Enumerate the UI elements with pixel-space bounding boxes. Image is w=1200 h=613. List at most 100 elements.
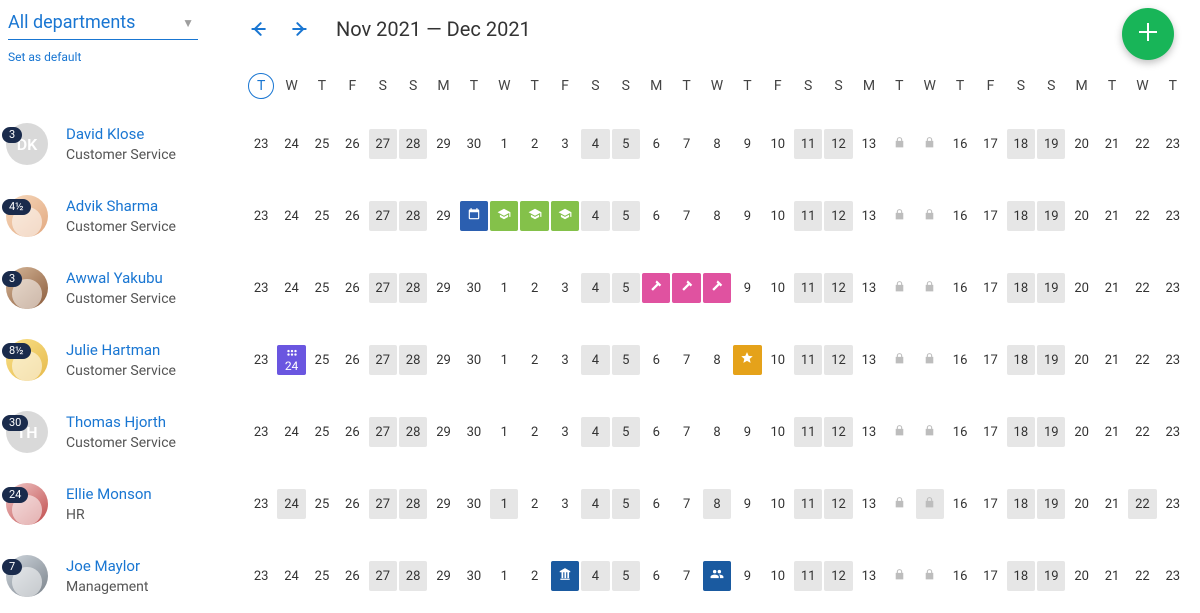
- day-cell[interactable]: 6: [642, 561, 670, 591]
- day-cell[interactable]: 8: [703, 345, 731, 375]
- day-cell[interactable]: 9: [733, 129, 761, 159]
- day-cell[interactable]: 12: [824, 561, 852, 591]
- department-select[interactable]: All departments ▼: [8, 12, 198, 40]
- person-name-link[interactable]: Ellie Monson: [66, 485, 152, 503]
- day-cell[interactable]: [916, 489, 944, 519]
- event-cell[interactable]: [733, 345, 761, 375]
- day-cell[interactable]: 29: [429, 561, 457, 591]
- day-cell[interactable]: 21: [1098, 345, 1126, 375]
- day-cell[interactable]: 6: [642, 417, 670, 447]
- day-cell[interactable]: 23: [247, 417, 275, 447]
- day-cell[interactable]: 12: [824, 345, 852, 375]
- event-cell[interactable]: [460, 201, 488, 231]
- day-cell[interactable]: 23: [1159, 201, 1187, 231]
- day-cell[interactable]: 11: [794, 489, 822, 519]
- day-cell[interactable]: 13: [855, 417, 883, 447]
- day-cell[interactable]: 24: [277, 561, 305, 591]
- day-cell[interactable]: 18: [1007, 561, 1035, 591]
- day-cell[interactable]: 25: [308, 129, 336, 159]
- event-cell[interactable]: [672, 273, 700, 303]
- day-cell[interactable]: 7: [672, 489, 700, 519]
- day-cell[interactable]: 17: [976, 489, 1004, 519]
- day-cell[interactable]: 27: [369, 489, 397, 519]
- day-cell[interactable]: 19: [1037, 489, 1065, 519]
- day-cell[interactable]: 22: [1128, 561, 1156, 591]
- day-cell[interactable]: 9: [733, 561, 761, 591]
- day-cell[interactable]: 26: [338, 561, 366, 591]
- day-cell[interactable]: 19: [1037, 273, 1065, 303]
- day-cell[interactable]: 21: [1098, 561, 1126, 591]
- day-cell[interactable]: 21: [1098, 489, 1126, 519]
- day-cell[interactable]: 23: [247, 561, 275, 591]
- day-cell[interactable]: 7: [672, 345, 700, 375]
- day-cell[interactable]: [885, 417, 913, 447]
- day-cell[interactable]: 23: [247, 273, 275, 303]
- day-cell[interactable]: [885, 273, 913, 303]
- day-cell[interactable]: 2: [520, 561, 548, 591]
- day-cell[interactable]: 22: [1128, 489, 1156, 519]
- day-cell[interactable]: 16: [946, 561, 974, 591]
- day-cell[interactable]: 21: [1098, 417, 1126, 447]
- person-name-link[interactable]: Joe Maylor: [66, 557, 148, 575]
- day-cell[interactable]: 17: [976, 201, 1004, 231]
- day-cell[interactable]: 1: [490, 345, 518, 375]
- day-cell[interactable]: 11: [794, 417, 822, 447]
- day-cell[interactable]: 18: [1007, 345, 1035, 375]
- day-cell[interactable]: 23: [1159, 273, 1187, 303]
- day-cell[interactable]: 17: [976, 273, 1004, 303]
- day-cell[interactable]: 2: [520, 129, 548, 159]
- day-cell[interactable]: 6: [642, 201, 670, 231]
- day-cell[interactable]: 12: [824, 129, 852, 159]
- day-cell[interactable]: 29: [429, 129, 457, 159]
- day-cell[interactable]: 27: [369, 417, 397, 447]
- day-cell[interactable]: 21: [1098, 129, 1126, 159]
- day-cell[interactable]: 29: [429, 345, 457, 375]
- day-cell[interactable]: 10: [764, 129, 792, 159]
- day-cell[interactable]: 7: [672, 129, 700, 159]
- day-cell[interactable]: 23: [1159, 129, 1187, 159]
- day-cell[interactable]: 11: [794, 129, 822, 159]
- day-cell[interactable]: 28: [399, 417, 427, 447]
- day-cell[interactable]: 25: [308, 345, 336, 375]
- day-cell[interactable]: 27: [369, 273, 397, 303]
- day-cell[interactable]: 20: [1067, 129, 1095, 159]
- day-cell[interactable]: [916, 201, 944, 231]
- day-cell[interactable]: 1: [490, 561, 518, 591]
- day-cell[interactable]: 3: [551, 129, 579, 159]
- day-cell[interactable]: 22: [1128, 417, 1156, 447]
- day-cell[interactable]: 28: [399, 273, 427, 303]
- day-cell[interactable]: 28: [399, 489, 427, 519]
- person-name-link[interactable]: Advik Sharma: [66, 197, 176, 215]
- day-cell[interactable]: 5: [612, 489, 640, 519]
- day-cell[interactable]: 1: [490, 273, 518, 303]
- day-cell[interactable]: 13: [855, 129, 883, 159]
- day-cell[interactable]: 19: [1037, 201, 1065, 231]
- day-cell[interactable]: [916, 345, 944, 375]
- day-cell[interactable]: 25: [308, 201, 336, 231]
- event-cell[interactable]: [642, 273, 670, 303]
- day-cell[interactable]: 13: [855, 201, 883, 231]
- day-cell[interactable]: 26: [338, 345, 366, 375]
- day-cell[interactable]: 17: [976, 345, 1004, 375]
- day-cell[interactable]: 18: [1007, 201, 1035, 231]
- day-cell[interactable]: [916, 417, 944, 447]
- day-cell[interactable]: 11: [794, 273, 822, 303]
- day-cell[interactable]: 26: [338, 417, 366, 447]
- day-cell[interactable]: 30: [460, 561, 488, 591]
- day-cell[interactable]: [916, 129, 944, 159]
- day-cell[interactable]: 6: [642, 129, 670, 159]
- day-cell[interactable]: [885, 561, 913, 591]
- day-cell[interactable]: 25: [308, 417, 336, 447]
- day-cell[interactable]: 12: [824, 273, 852, 303]
- day-cell[interactable]: 27: [369, 561, 397, 591]
- day-cell[interactable]: 28: [399, 345, 427, 375]
- day-cell[interactable]: 2: [520, 417, 548, 447]
- add-button[interactable]: [1122, 8, 1174, 60]
- day-cell[interactable]: 10: [764, 417, 792, 447]
- day-cell[interactable]: 19: [1037, 417, 1065, 447]
- day-cell[interactable]: 21: [1098, 201, 1126, 231]
- day-cell[interactable]: 30: [460, 273, 488, 303]
- day-cell[interactable]: 16: [946, 489, 974, 519]
- day-cell[interactable]: 23: [1159, 417, 1187, 447]
- event-cell[interactable]: [551, 201, 579, 231]
